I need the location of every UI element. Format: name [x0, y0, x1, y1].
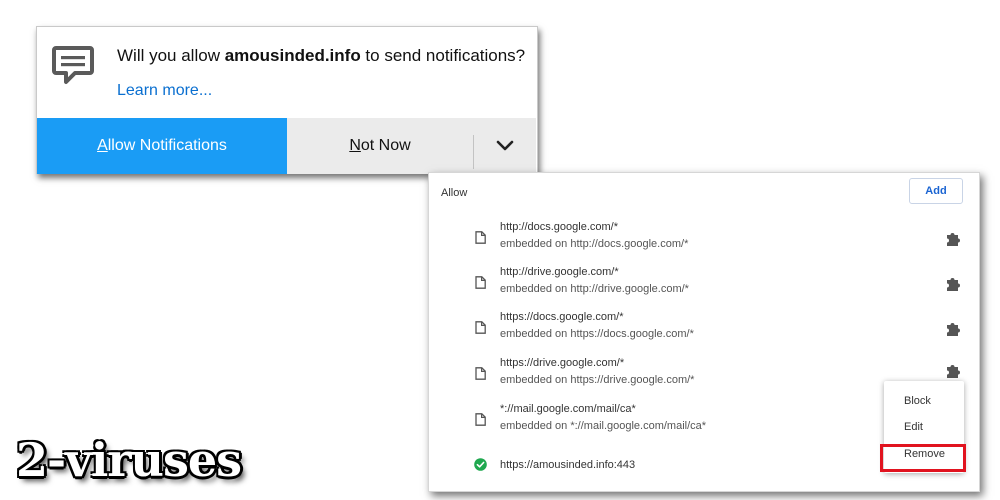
- site-embedded-on: embedded on https://docs.google.com/*: [500, 328, 694, 340]
- check-circle-icon: [474, 458, 487, 471]
- not-now-button[interactable]: Not Now: [287, 118, 473, 174]
- site-name: amousinded.info: [224, 46, 361, 65]
- file-icon: [475, 231, 486, 244]
- menu-item-edit[interactable]: Edit: [904, 421, 923, 433]
- site-url: https://docs.google.com/*: [500, 311, 624, 323]
- chat-bubble-icon: [52, 46, 94, 84]
- file-icon: [475, 413, 486, 426]
- chevron-down-icon: [496, 140, 513, 151]
- site-row[interactable]: http://docs.google.com/* embedded on htt…: [429, 217, 981, 257]
- learn-more-link[interactable]: Learn more...: [117, 82, 212, 100]
- menu-item-block[interactable]: Block: [904, 395, 931, 407]
- site-url: https://drive.google.com/*: [500, 357, 625, 369]
- puzzle-icon[interactable]: [945, 321, 961, 337]
- allow-section-label: Allow: [441, 187, 468, 199]
- file-icon: [475, 321, 486, 334]
- options-dropdown-button[interactable]: [473, 118, 536, 174]
- add-button[interactable]: Add: [909, 178, 963, 204]
- remove-highlight-box: [880, 444, 966, 472]
- allow-notifications-button[interactable]: Allow Notifications: [37, 118, 287, 174]
- site-embedded-on: embedded on http://drive.google.com/*: [500, 283, 689, 295]
- puzzle-icon[interactable]: [945, 363, 961, 379]
- button-divider: [473, 134, 474, 169]
- site-url: http://docs.google.com/*: [500, 221, 619, 233]
- file-icon: [475, 367, 486, 380]
- puzzle-icon[interactable]: [945, 231, 961, 247]
- site-embedded-on: embedded on https://drive.google.com/*: [500, 374, 695, 386]
- site-row[interactable]: https://docs.google.com/* embedded on ht…: [429, 307, 981, 347]
- site-url: https://amousinded.info:443: [500, 459, 636, 471]
- site-url: http://drive.google.com/*: [500, 266, 619, 278]
- site-embedded-on: embedded on *://mail.google.com/mail/ca*: [500, 420, 707, 432]
- site-row[interactable]: http://drive.google.com/* embedded on ht…: [429, 262, 981, 302]
- notification-question: Will you allow amousinded.info to send n…: [117, 46, 526, 65]
- site-url: *://mail.google.com/mail/ca*: [500, 403, 636, 415]
- site-embedded-on: embedded on http://docs.google.com/*: [500, 238, 689, 250]
- puzzle-icon[interactable]: [945, 276, 961, 292]
- notification-buttons: Allow Notifications Not Now: [37, 118, 537, 174]
- notification-prompt: Will you allow amousinded.info to send n…: [36, 26, 538, 174]
- file-icon: [475, 276, 486, 289]
- watermark-logo: 2-viruses: [16, 433, 242, 487]
